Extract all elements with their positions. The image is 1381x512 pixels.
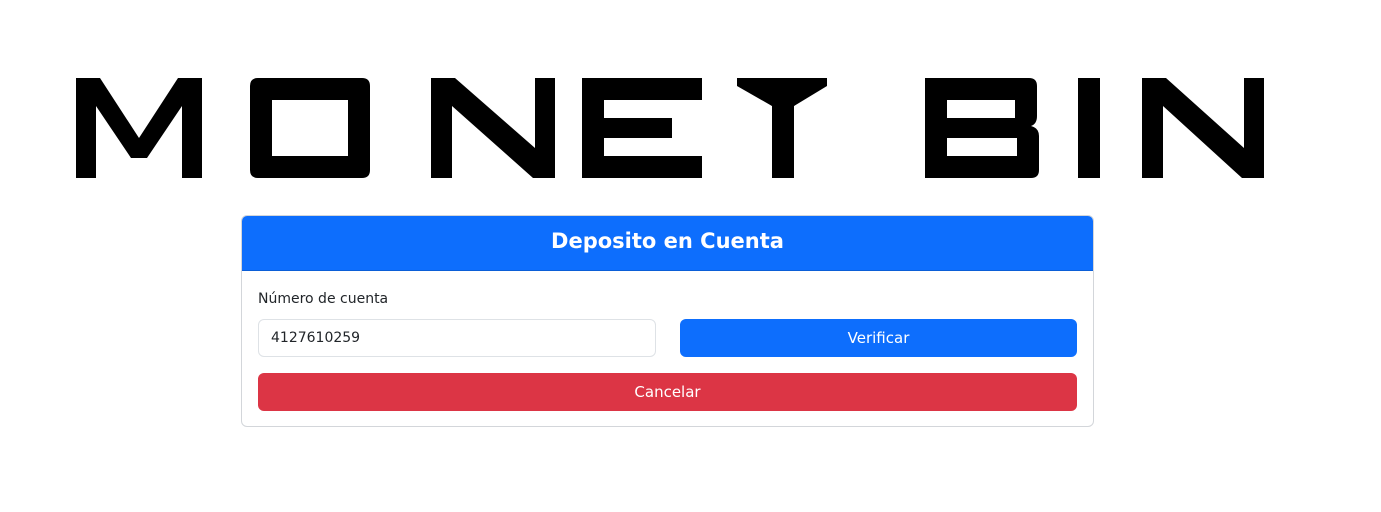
deposit-card: Deposito en Cuenta Número de cuenta Veri… <box>241 215 1094 427</box>
card-body: Número de cuenta Verificar Cancelar <box>242 271 1093 426</box>
page: Deposito en Cuenta Número de cuenta Veri… <box>0 0 1381 512</box>
money-bin-logo <box>76 78 1266 180</box>
account-number-input[interactable] <box>258 319 656 357</box>
account-number-label: Número de cuenta <box>258 291 389 307</box>
cancel-button[interactable]: Cancelar <box>258 373 1077 411</box>
verify-button[interactable]: Verificar <box>680 319 1077 357</box>
card-title: Deposito en Cuenta <box>242 216 1093 271</box>
